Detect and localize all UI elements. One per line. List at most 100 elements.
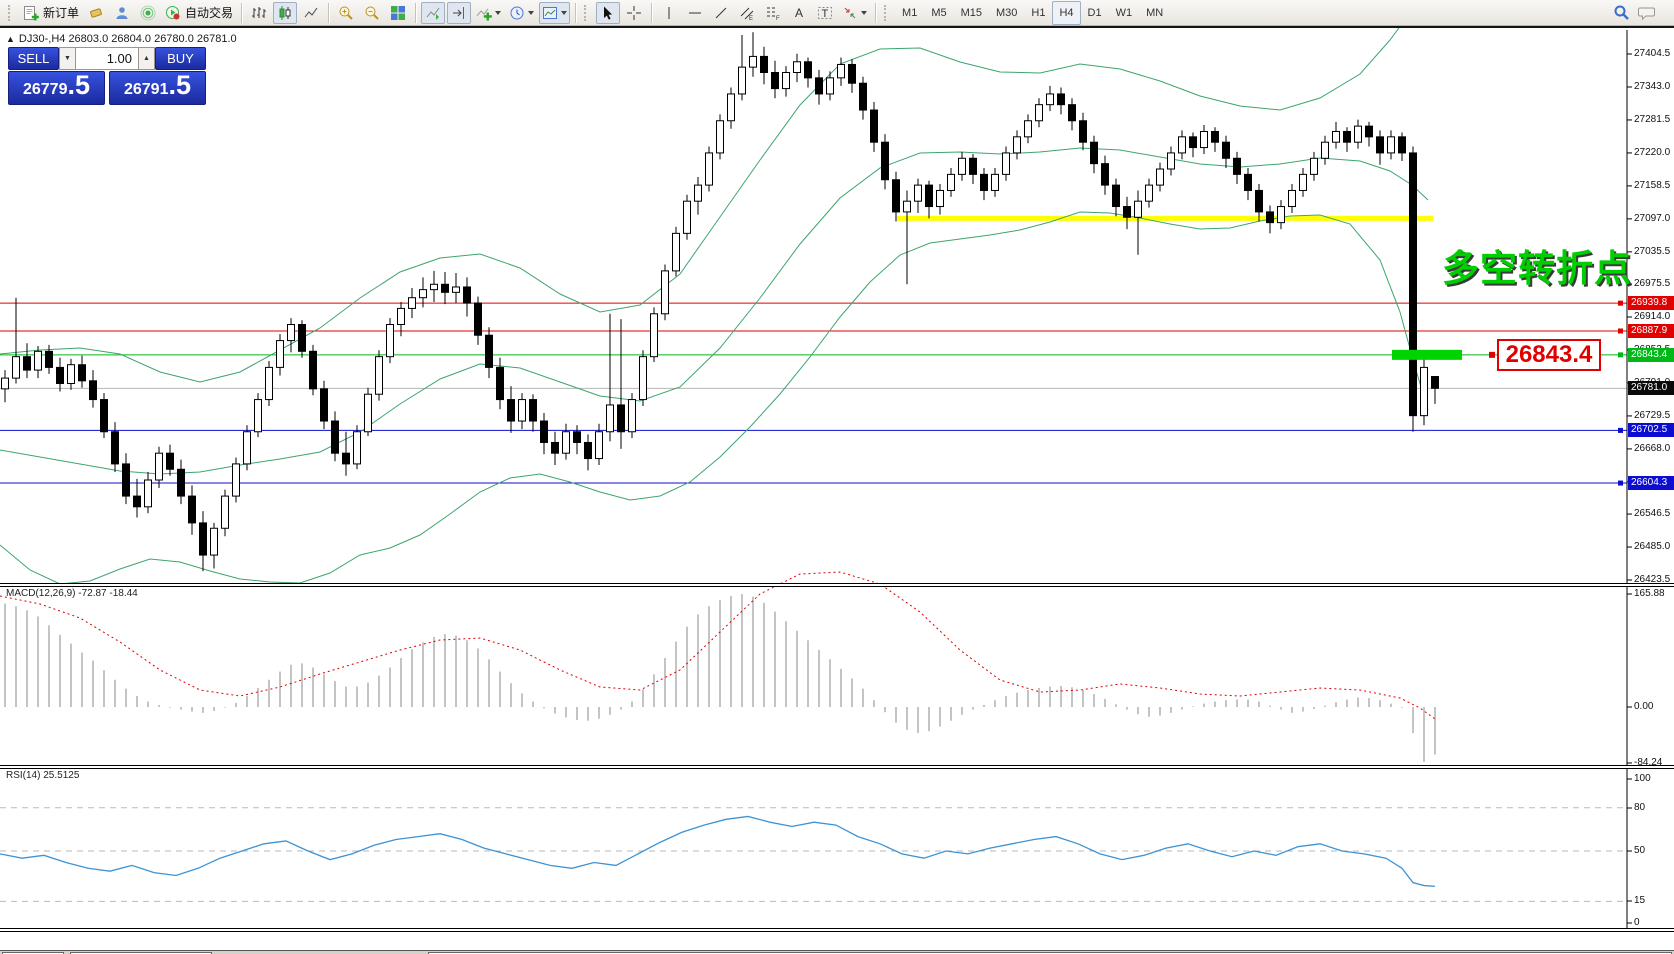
- price-tick-label: 26485.0: [1634, 541, 1670, 552]
- line-chart-icon: [303, 5, 319, 21]
- periods-button[interactable]: [506, 2, 537, 24]
- collapse-panel-arrow[interactable]: ▲: [6, 34, 15, 44]
- chevron-down-icon: [495, 11, 501, 15]
- indicators-button[interactable]: [473, 2, 504, 24]
- signals-icon: [140, 5, 156, 21]
- symbol-ohlc-text: DJ30-,H4 26803.0 26804.0 26780.0 26781.0: [19, 33, 237, 45]
- search-icon: [1613, 4, 1630, 21]
- chat-bubble-icon: [1638, 5, 1656, 21]
- templates-button[interactable]: [539, 2, 570, 24]
- rsi-axis-label: 100: [1634, 773, 1651, 784]
- channel-button[interactable]: E: [735, 2, 759, 24]
- text-icon: A: [791, 5, 807, 21]
- one-click-trade-panel: SELL ▼ 1.00 ▲ BUY 26779.5 26791.5: [8, 47, 208, 105]
- timeframe-button-W1[interactable]: W1: [1109, 1, 1140, 25]
- buy-button[interactable]: BUY: [155, 47, 206, 70]
- search-button[interactable]: [1609, 2, 1633, 24]
- panel-separator[interactable]: [0, 583, 1674, 587]
- panel-separator[interactable]: [0, 765, 1674, 769]
- sell-price-button[interactable]: 26779.5: [8, 71, 105, 105]
- volume-increase-button[interactable]: ▲: [138, 47, 155, 70]
- timeframe-button-MN[interactable]: MN: [1139, 1, 1170, 25]
- eraser-icon: [88, 5, 104, 21]
- price-level-label: 26781.0: [1628, 381, 1674, 395]
- zoom-in-button[interactable]: [334, 2, 358, 24]
- chevron-down-icon: [861, 11, 867, 15]
- new-order-button[interactable]: 新订单: [20, 2, 82, 24]
- timeframe-button-M1[interactable]: M1: [895, 1, 924, 25]
- chevron-down-icon: [528, 11, 534, 15]
- chart-canvas: [0, 28, 1674, 954]
- toolbar-separator: [651, 3, 652, 23]
- timeframe-button-H4[interactable]: H4: [1052, 1, 1080, 25]
- toolbar-separator: [575, 3, 576, 23]
- bar-chart-icon: [251, 5, 267, 21]
- volume-input[interactable]: 1.00: [76, 47, 138, 70]
- tile-windows-button[interactable]: [386, 2, 410, 24]
- zoom-out-icon: [364, 5, 380, 21]
- macd-indicator-label: MACD(12,26,9) -72.87 -18.44: [6, 588, 138, 599]
- profile-button[interactable]: [110, 2, 134, 24]
- timeframe-button-M30[interactable]: M30: [989, 1, 1024, 25]
- panel-separator: [0, 928, 1674, 932]
- toolbar-grip[interactable]: [584, 5, 591, 21]
- price-level-label: 26939.8: [1628, 296, 1674, 310]
- templates-icon: [542, 5, 558, 21]
- sell-price-fraction: .5: [67, 72, 90, 98]
- chart-title: ▲ DJ30-,H4 26803.0 26804.0 26780.0 26781.…: [6, 33, 237, 45]
- indicators-icon: [476, 5, 492, 21]
- arrows-icon: [842, 5, 858, 21]
- sell-button[interactable]: SELL: [8, 47, 59, 70]
- chart-shift-button[interactable]: [447, 2, 471, 24]
- horizontal-line-icon: [687, 5, 703, 21]
- rsi-indicator-label: RSI(14) 25.5125: [6, 770, 79, 781]
- cursor-button[interactable]: [596, 2, 620, 24]
- svg-text:A: A: [795, 6, 803, 20]
- line-chart-button[interactable]: [299, 2, 323, 24]
- horizontal-line-button[interactable]: [683, 2, 707, 24]
- timeframe-button-H1[interactable]: H1: [1024, 1, 1052, 25]
- sell-price-main: 26779: [23, 81, 68, 99]
- auto-scroll-button[interactable]: [421, 2, 445, 24]
- new-order-icon: [23, 5, 39, 21]
- text-label-icon: T: [817, 5, 833, 21]
- volume-decrease-button[interactable]: ▼: [59, 47, 76, 70]
- timeframe-button-M5[interactable]: M5: [924, 1, 953, 25]
- toolbar-separator: [415, 3, 416, 23]
- arrows-button[interactable]: [839, 2, 870, 24]
- toolbar-grip[interactable]: [884, 5, 891, 21]
- rsi-axis-label: 80: [1634, 802, 1645, 813]
- macd-axis-label: 0.00: [1634, 701, 1653, 712]
- crosshair-button[interactable]: [622, 2, 646, 24]
- toolbar-grip[interactable]: [8, 5, 15, 21]
- autotrade-button[interactable]: 自动交易: [162, 2, 236, 24]
- trendline-icon: [713, 5, 729, 21]
- clock-icon: [509, 5, 525, 21]
- price-tick-label: 27220.0: [1634, 147, 1670, 158]
- eraser-button[interactable]: [84, 2, 108, 24]
- bar-chart-button[interactable]: [247, 2, 271, 24]
- toolbar-right-group: [1608, 2, 1670, 24]
- zoom-out-button[interactable]: [360, 2, 384, 24]
- profile-icon: [114, 5, 130, 21]
- text-label-button[interactable]: T: [813, 2, 837, 24]
- chart-annotation-text: 多空转折点: [1442, 238, 1632, 292]
- zoom-in-icon: [338, 5, 354, 21]
- chat-button[interactable]: [1635, 2, 1659, 24]
- price-level-label: 26843.4: [1628, 348, 1674, 362]
- price-tick-label: 27035.5: [1634, 246, 1670, 257]
- vertical-line-icon: [661, 5, 677, 21]
- timeframe-button-D1[interactable]: D1: [1081, 1, 1109, 25]
- text-button[interactable]: A: [787, 2, 811, 24]
- candlestick-chart-button[interactable]: [273, 2, 297, 24]
- signals-button[interactable]: [136, 2, 160, 24]
- buy-price-button[interactable]: 26791.5: [109, 71, 206, 105]
- trendline-button[interactable]: [709, 2, 733, 24]
- fibonacci-button[interactable]: F: [761, 2, 785, 24]
- vertical-line-button[interactable]: [657, 2, 681, 24]
- chart-window[interactable]: ▲ DJ30-,H4 26803.0 26804.0 26780.0 26781.…: [0, 26, 1674, 954]
- chart-shift-icon: [451, 5, 467, 21]
- rsi-axis-label: 15: [1634, 895, 1645, 906]
- timeframe-button-M15[interactable]: M15: [954, 1, 989, 25]
- price-level-label: 26702.5: [1628, 423, 1674, 437]
